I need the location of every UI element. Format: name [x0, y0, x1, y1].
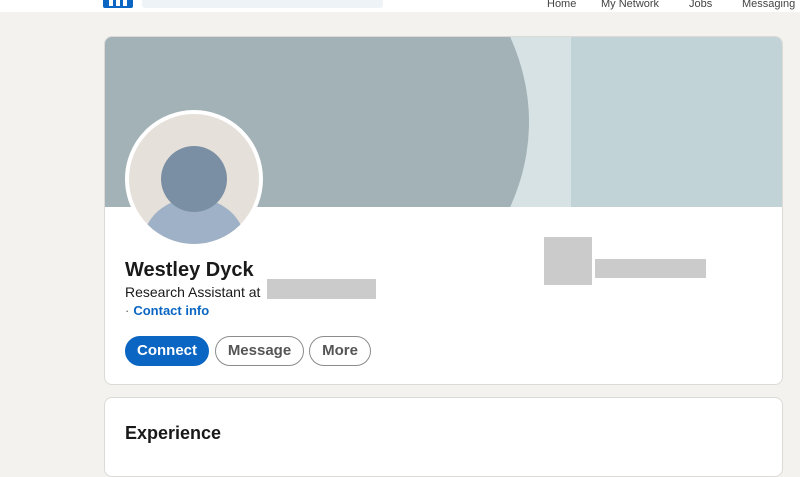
search-input[interactable]	[142, 0, 383, 8]
top-nav: Home My Network Jobs Messaging	[0, 0, 800, 12]
redacted-company-logo	[544, 237, 592, 285]
contact-separator: ·	[125, 303, 130, 318]
profile-card: Westley Dyck Research Assistant at · Cont…	[104, 36, 783, 385]
nav-item-messaging[interactable]: Messaging	[742, 0, 795, 11]
message-button[interactable]: Message	[215, 336, 304, 366]
profile-headline: Research Assistant at	[125, 283, 260, 301]
nav-item-home[interactable]: Home	[547, 0, 576, 11]
headline-text: Research Assistant at	[125, 284, 261, 300]
contact-info-label: Contact info	[133, 303, 210, 318]
connect-button[interactable]: Connect	[125, 336, 209, 366]
contact-info-link[interactable]: · Contact info	[125, 303, 209, 319]
experience-title: Experience	[125, 423, 222, 443]
nav-item-my-network[interactable]: My Network	[601, 0, 659, 11]
redacted-employer	[267, 279, 376, 299]
default-avatar-icon[interactable]	[125, 110, 263, 248]
more-button[interactable]: More	[309, 336, 371, 366]
profile-name: Westley Dyck	[125, 259, 254, 281]
nav-item-jobs[interactable]: Jobs	[689, 0, 712, 11]
linkedin-logo-icon[interactable]	[103, 0, 133, 8]
experience-section: Experience	[104, 397, 783, 477]
redacted-company-name	[595, 259, 706, 278]
